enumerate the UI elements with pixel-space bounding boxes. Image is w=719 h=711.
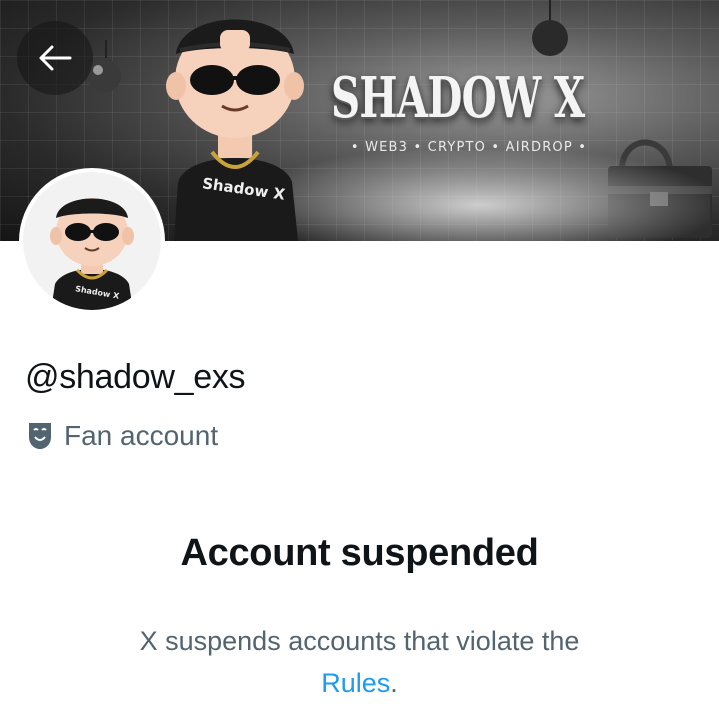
suspension-description-line: X suspends accounts that violate the: [139, 626, 580, 656]
arrow-left-icon: [39, 45, 72, 71]
suspension-description: X suspends accounts that violate the Rul…: [0, 620, 719, 704]
profile-avatar[interactable]: Shadow X: [19, 168, 165, 314]
profile-handle: @shadow_exs: [25, 358, 246, 396]
suspension-trailing-period: .: [390, 668, 398, 698]
account-label-row: Fan account: [27, 420, 218, 452]
banner-brand-title: SHADOW X: [331, 65, 585, 131]
rules-link[interactable]: Rules: [321, 668, 390, 698]
hanging-lamp-illustration: [532, 0, 568, 56]
back-button[interactable]: [17, 21, 93, 95]
account-label: Fan account: [64, 420, 219, 451]
character-illustration: [166, 19, 304, 241]
avatar-image: Shadow X: [23, 172, 161, 310]
banner-fog: [250, 150, 710, 241]
theater-masks-icon: [29, 423, 51, 449]
suspension-rules-line: Rules.: [0, 662, 719, 704]
banner-brand-tagline: • WEB3 • CRYPTO • AIRDROP •: [350, 140, 588, 155]
suspension-title: Account suspended: [180, 532, 539, 574]
